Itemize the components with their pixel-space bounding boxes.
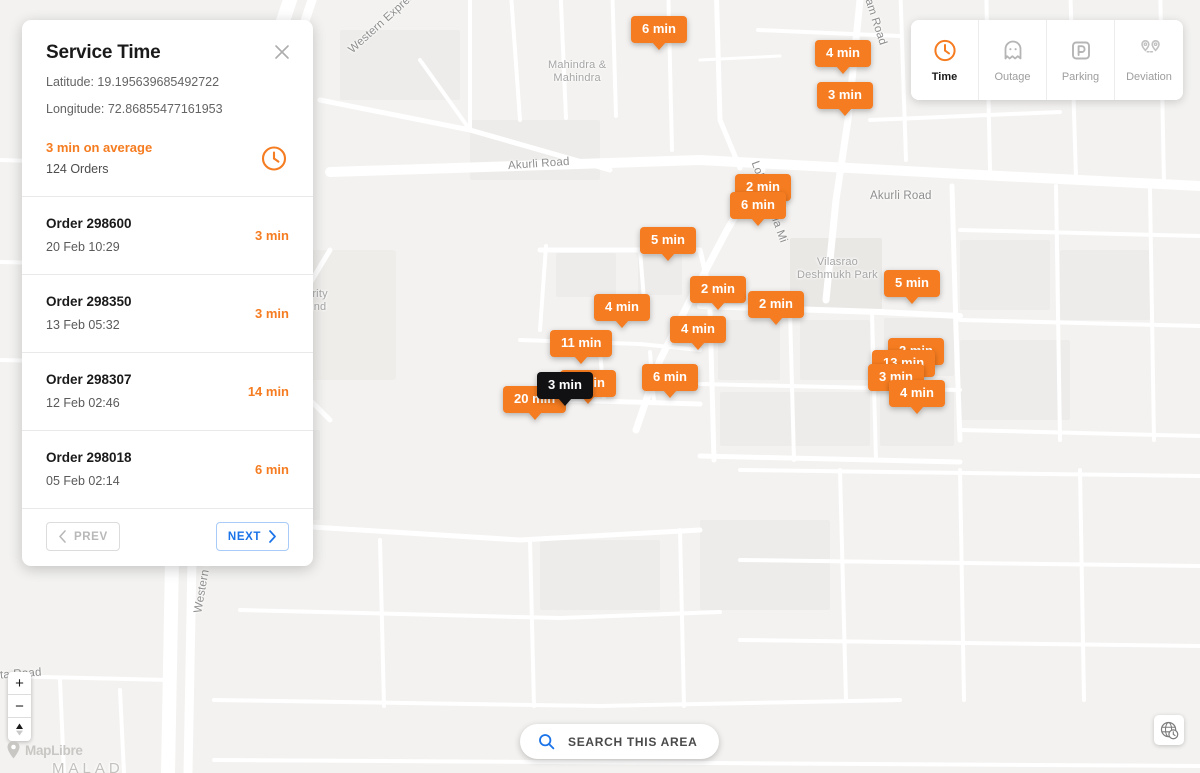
order-id: Order 298350 xyxy=(46,294,132,309)
average-time-value: 3 min on average xyxy=(46,140,153,155)
zoom-out-button[interactable]: − xyxy=(8,695,31,718)
order-duration: 3 min xyxy=(255,305,289,321)
page-title: Service Time xyxy=(46,42,161,63)
next-label: NEXT xyxy=(227,530,261,543)
map-marker[interactable]: 4 min xyxy=(594,294,650,328)
tab-parking[interactable]: Parking xyxy=(1047,20,1115,100)
clock-icon xyxy=(932,37,958,63)
order-timestamp: 13 Feb 05:32 xyxy=(46,318,120,332)
pagination: PREV NEXT xyxy=(22,508,313,566)
parking-icon xyxy=(1068,37,1094,63)
clock-icon xyxy=(259,143,289,173)
search-this-area-button[interactable]: SEARCH THIS AREA xyxy=(520,724,720,759)
deviation-pins-icon xyxy=(1136,37,1162,63)
order-timestamp: 20 Feb 10:29 xyxy=(46,240,120,254)
order-duration: 3 min xyxy=(255,227,289,243)
map-marker[interactable]: 6 min xyxy=(730,192,786,226)
order-timestamp: 12 Feb 02:46 xyxy=(46,396,120,410)
zoom-controls: + − xyxy=(8,672,31,741)
orders-count: 124 Orders xyxy=(46,162,109,176)
map-marker[interactable]: 3 min xyxy=(817,82,873,116)
order-id: Order 298307 xyxy=(46,372,132,387)
order-id: Order 298018 xyxy=(46,450,132,465)
service-time-panel: Service Time Latitude: 19.19563968549272… xyxy=(22,20,313,566)
search-icon xyxy=(539,734,555,750)
zoom-in-button[interactable]: + xyxy=(8,672,31,695)
next-button[interactable]: NEXT xyxy=(215,522,289,551)
order-row[interactable]: Order 298307 12 Feb 02:46 14 min xyxy=(22,352,313,430)
order-list: Order 298600 20 Feb 10:29 3 min Order 29835… xyxy=(22,196,313,508)
prev-label: PREV xyxy=(74,530,108,543)
close-icon[interactable] xyxy=(271,41,293,63)
map-marker[interactable]: 2 min xyxy=(690,276,746,310)
latitude-value: Latitude: 19.195639685492722 xyxy=(46,75,220,89)
order-id: Order 298600 xyxy=(46,216,132,231)
compass-button[interactable] xyxy=(8,718,31,741)
map-marker[interactable]: 3 min xyxy=(537,372,593,406)
tab-parking-label: Parking xyxy=(1061,71,1100,83)
map-marker[interactable]: 4 min xyxy=(670,316,726,350)
order-duration: 6 min xyxy=(255,461,289,477)
tab-time-label: Time xyxy=(931,71,958,83)
compass-icon xyxy=(16,723,23,736)
longitude-value: Longitude: 72.86855477161953 xyxy=(46,102,223,116)
map-marker[interactable]: 11 min xyxy=(550,330,613,364)
maplibre-logo-icon xyxy=(7,741,20,759)
order-row[interactable]: Order 298600 20 Feb 10:29 3 min xyxy=(22,196,313,274)
globe-clock-icon xyxy=(1160,721,1178,739)
panel-header: Service Time Latitude: 19.19563968549272… xyxy=(22,20,313,196)
tab-deviation[interactable]: Deviation xyxy=(1115,20,1183,100)
map-marker[interactable]: 5 min xyxy=(640,227,696,261)
map-marker[interactable]: 2 min xyxy=(748,291,804,325)
tab-outage-label: Outage xyxy=(994,71,1031,83)
map-marker[interactable]: 4 min xyxy=(815,40,871,74)
chevron-right-icon xyxy=(269,530,276,543)
search-this-area-label: SEARCH THIS AREA xyxy=(568,734,698,749)
tab-deviation-label: Deviation xyxy=(1126,71,1172,83)
order-timestamp: 05 Feb 02:14 xyxy=(46,474,120,488)
tab-time[interactable]: Time xyxy=(911,20,979,100)
maplibre-attribution[interactable]: MapLibre xyxy=(5,740,83,760)
prev-button[interactable]: PREV xyxy=(46,522,120,551)
order-row[interactable]: Order 298018 05 Feb 02:14 6 min xyxy=(22,430,313,508)
map-mode-toolbar: Time Outage Parking Deviation xyxy=(911,20,1183,100)
maplibre-label: MapLibre xyxy=(25,742,83,758)
map-marker[interactable]: 6 min xyxy=(642,364,698,398)
map-application: Western Express HigWestern Express HigAk… xyxy=(0,0,1200,773)
map-marker[interactable]: 5 min xyxy=(884,270,940,304)
ghost-icon xyxy=(1000,37,1026,63)
order-row[interactable]: Order 298350 13 Feb 05:32 3 min xyxy=(22,274,313,352)
average-summary: 3 min on average 124 Orders xyxy=(46,140,289,176)
chevron-left-icon xyxy=(59,530,66,543)
map-marker[interactable]: 4 min xyxy=(889,380,945,414)
order-duration: 14 min xyxy=(247,383,289,399)
tab-outage[interactable]: Outage xyxy=(979,20,1047,100)
map-marker[interactable]: 6 min xyxy=(631,16,687,50)
timezone-button[interactable] xyxy=(1154,715,1184,745)
